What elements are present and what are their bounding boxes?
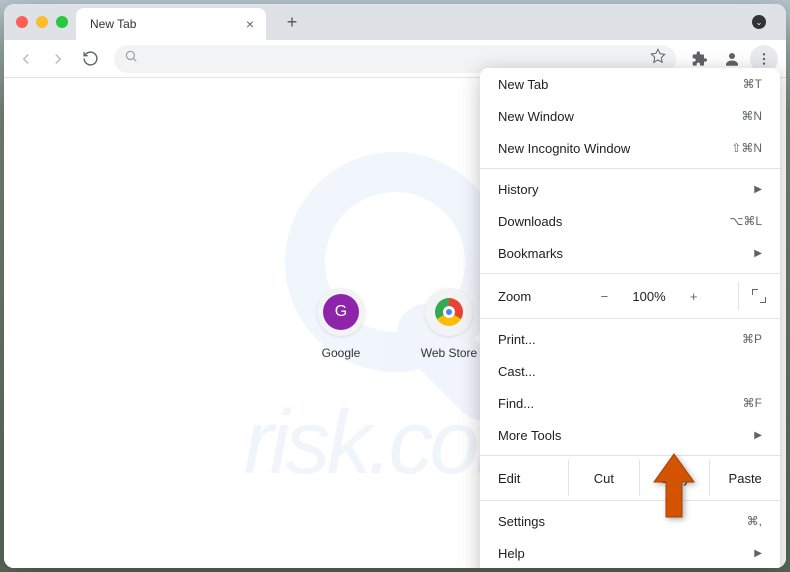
shortcut-google[interactable]: G Google (301, 288, 381, 360)
zoom-out-button[interactable]: − (594, 289, 614, 304)
menu-settings[interactable]: Settings ⌘, (480, 505, 780, 537)
chevron-right-icon: ▶ (754, 548, 762, 559)
edit-paste-button[interactable]: Paste (709, 460, 780, 496)
menu-edit-row: Edit Cut Copy Paste (480, 460, 780, 496)
menu-find[interactable]: Find... ⌘F (480, 387, 780, 419)
window-close-button[interactable] (16, 16, 28, 28)
titlebar-chevron-icon[interactable]: ⌄ (752, 15, 766, 29)
menu-new-incognito[interactable]: New Incognito Window ⇧⌘N (480, 132, 780, 164)
edit-cut-button[interactable]: Cut (568, 460, 639, 496)
zoom-in-button[interactable]: + (684, 289, 704, 304)
menu-cast[interactable]: Cast... (480, 355, 780, 387)
menu-more-tools[interactable]: More Tools ▶ (480, 419, 780, 451)
fullscreen-icon (752, 289, 766, 303)
zoom-value: 100% (632, 289, 665, 304)
traffic-lights (16, 16, 68, 28)
menu-print[interactable]: Print... ⌘P (480, 323, 780, 355)
shortcut-label: Google (322, 346, 361, 360)
menu-new-window[interactable]: New Window ⌘N (480, 100, 780, 132)
forward-button[interactable] (44, 45, 72, 73)
chevron-right-icon: ▶ (754, 430, 762, 441)
titlebar: New Tab × + ⌄ (4, 4, 786, 40)
reload-button[interactable] (76, 45, 104, 73)
menu-help[interactable]: Help ▶ (480, 537, 780, 568)
browser-tab[interactable]: New Tab × (76, 8, 266, 40)
shortcut-label: Web Store (421, 346, 477, 360)
shortcut-webstore[interactable]: Web Store (409, 288, 489, 360)
menu-zoom-row: Zoom − 100% + (480, 278, 780, 314)
bookmark-star-icon[interactable] (650, 48, 666, 69)
fullscreen-button[interactable] (738, 282, 766, 310)
menu-new-tab[interactable]: New Tab ⌘T (480, 68, 780, 100)
chrome-menu: New Tab ⌘T New Window ⌘N New Incognito W… (480, 68, 780, 568)
window-maximize-button[interactable] (56, 16, 68, 28)
tab-title: New Tab (90, 17, 236, 31)
back-button[interactable] (12, 45, 40, 73)
menu-downloads[interactable]: Downloads ⌥⌘L (480, 205, 780, 237)
tab-close-icon[interactable]: × (246, 16, 254, 32)
edit-copy-button[interactable]: Copy (639, 460, 710, 496)
chevron-right-icon: ▶ (754, 248, 762, 259)
menu-bookmarks[interactable]: Bookmarks ▶ (480, 237, 780, 269)
google-avatar-icon: G (323, 294, 359, 330)
new-tab-button[interactable]: + (278, 8, 306, 36)
browser-window: New Tab × + ⌄ (4, 4, 786, 568)
search-icon (124, 49, 138, 68)
shortcuts-row: G Google Web Store (301, 288, 489, 360)
chevron-right-icon: ▶ (754, 184, 762, 195)
chrome-icon (435, 298, 463, 326)
window-minimize-button[interactable] (36, 16, 48, 28)
menu-history[interactable]: History ▶ (480, 173, 780, 205)
